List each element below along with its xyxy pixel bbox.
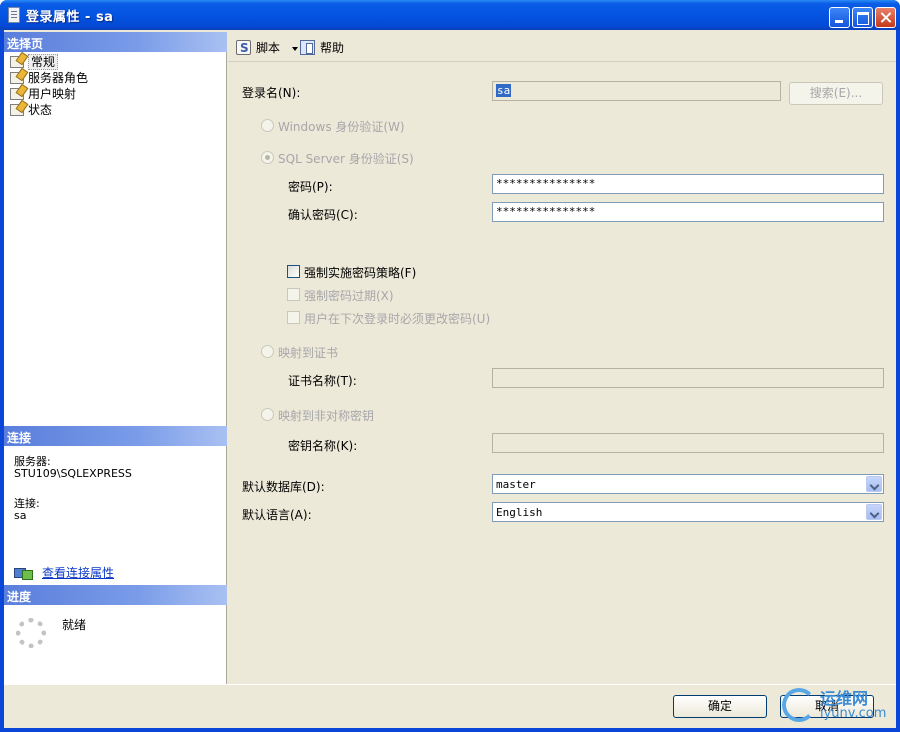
confirm-password-field[interactable]: ***************: [492, 202, 884, 222]
sql-auth-radio[interactable]: [261, 151, 274, 164]
windows-auth-radio[interactable]: [261, 119, 274, 132]
confirm-password-label: 确认密码(C):: [288, 208, 358, 222]
progress-status: 就绪: [62, 618, 87, 632]
key-name-field[interactable]: [492, 433, 884, 453]
enforce-expiration-label: 强制密码过期(X): [304, 289, 394, 303]
page-icon: [10, 88, 24, 100]
chevron-down-icon[interactable]: [291, 46, 298, 51]
must-change-label: 用户在下次登录时必须更改密码(U): [304, 312, 491, 326]
key-name-label: 密钥名称(K):: [288, 439, 358, 453]
certificate-name-field[interactable]: [492, 368, 884, 388]
button-bar: 确定 取消: [4, 684, 896, 728]
page-icon: [10, 104, 24, 116]
enforce-policy-checkbox[interactable]: [287, 265, 300, 278]
view-connection-properties-link[interactable]: 查看连接属性: [14, 565, 114, 581]
password-label: 密码(P):: [288, 180, 333, 194]
enforce-policy-label: 强制实施密码策略(F): [304, 266, 417, 280]
default-language-label: 默认语言(A):: [242, 508, 312, 522]
map-asymmetric-key-radio[interactable]: [261, 408, 274, 421]
connection-value: sa: [14, 509, 27, 522]
connection-properties-icon: [14, 565, 33, 580]
chevron-down-icon[interactable]: [866, 476, 882, 492]
default-language-select[interactable]: English: [492, 502, 884, 522]
maximize-button[interactable]: [852, 7, 873, 28]
default-database-label: 默认数据库(D):: [242, 480, 325, 494]
page-icon: [10, 56, 24, 68]
help-book-icon: [300, 40, 315, 55]
toolbar: 脚本 帮助: [228, 32, 896, 62]
script-label: 脚本: [256, 41, 281, 55]
default-database-select[interactable]: master: [492, 474, 884, 494]
ok-button[interactable]: 确定: [673, 695, 767, 718]
page-item-status[interactable]: 状态: [8, 102, 88, 118]
default-database-value: master: [496, 478, 536, 491]
page-icon: [10, 72, 24, 84]
progress-header: 进度: [4, 585, 227, 605]
page-item-label: 用户映射: [28, 87, 77, 101]
login-name-field[interactable]: sa: [492, 81, 781, 101]
watermark-url: iyunv.com: [820, 706, 887, 721]
login-properties-window: 登录属性 - sa 选择页 常规 服务器角色 用户映射 状态 连接 服务器: S…: [0, 0, 900, 732]
help-label: 帮助: [320, 41, 345, 55]
sql-auth-label: SQL Server 身份验证(S): [278, 152, 414, 166]
page-list: 常规 服务器角色 用户映射 状态: [8, 54, 88, 118]
close-button[interactable]: [875, 7, 896, 28]
login-name-value: sa: [496, 84, 512, 97]
map-asymmetric-key-label: 映射到非对称密钥: [278, 409, 375, 423]
page-item-user-mapping[interactable]: 用户映射: [8, 86, 88, 102]
minimize-button[interactable]: [829, 7, 850, 28]
link-label: 查看连接属性: [42, 566, 115, 580]
chevron-down-icon[interactable]: [866, 504, 882, 520]
server-value: STU109\SQLEXPRESS: [14, 467, 132, 480]
must-change-checkbox[interactable]: [287, 311, 300, 324]
document-icon: [8, 7, 20, 23]
password-field[interactable]: ***************: [492, 174, 884, 194]
right-pane: 脚本 帮助 登录名(N): sa 搜索(E)... Windows 身份验证(W…: [228, 32, 896, 684]
page-item-label: 状态: [28, 103, 53, 117]
dialog-client: 选择页 常规 服务器角色 用户映射 状态 连接 服务器: STU109\SQLE…: [4, 30, 896, 728]
enforce-expiration-checkbox[interactable]: [287, 288, 300, 301]
progress-spinner-icon: [16, 618, 46, 648]
map-certificate-label: 映射到证书: [278, 346, 339, 360]
script-icon: [236, 39, 251, 57]
connection-header: 连接: [4, 426, 227, 446]
page-item-general[interactable]: 常规: [8, 54, 88, 70]
certificate-name-label: 证书名称(T):: [288, 374, 357, 388]
default-language-value: English: [496, 506, 543, 519]
window-title: 登录属性 - sa: [26, 10, 114, 25]
search-button[interactable]: 搜索(E)...: [789, 82, 883, 105]
page-item-server-roles[interactable]: 服务器角色: [8, 70, 88, 86]
title-bar[interactable]: 登录属性 - sa: [0, 0, 900, 30]
page-item-label: 服务器角色: [28, 71, 89, 85]
select-page-header: 选择页: [4, 32, 227, 52]
windows-auth-label: Windows 身份验证(W): [278, 120, 405, 134]
map-certificate-radio[interactable]: [261, 345, 274, 358]
watermark-ring-icon: [782, 688, 816, 722]
login-name-label: 登录名(N):: [242, 86, 301, 100]
help-button[interactable]: 帮助: [300, 39, 344, 57]
script-button[interactable]: 脚本: [236, 39, 298, 57]
left-pane: 选择页 常规 服务器角色 用户映射 状态 连接 服务器: STU109\SQLE…: [4, 32, 227, 684]
page-item-label: 常规: [28, 54, 59, 70]
watermark-logo: 运维网 iyunv.com: [780, 682, 898, 726]
